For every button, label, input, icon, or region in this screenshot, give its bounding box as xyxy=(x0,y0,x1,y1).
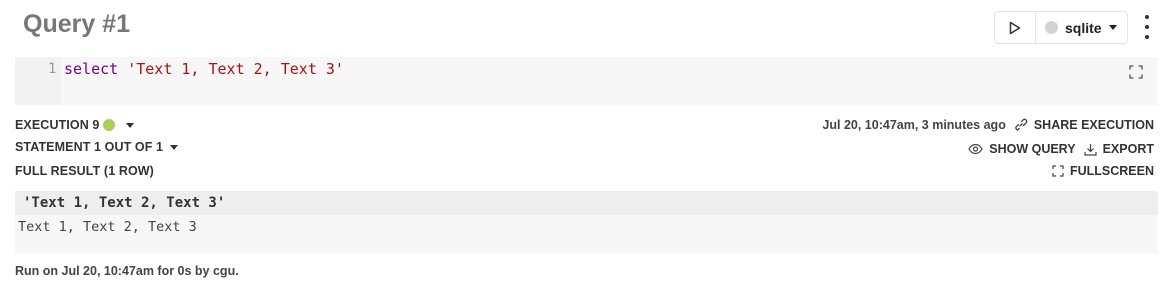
execution-meta: Jul 20, 10:47am, 3 minutes ago SHARE EXE… xyxy=(822,118,1154,132)
execution-label: EXECUTION 9 xyxy=(15,118,100,132)
fullscreen-icon xyxy=(1052,165,1064,177)
engine-status-dot xyxy=(1045,21,1058,34)
page-title: Query #1 xyxy=(23,10,131,38)
full-result-label: FULL RESULT (1 ROW) xyxy=(15,164,154,178)
code-string: 'Text 1, Text 2, Text 3' xyxy=(127,60,344,78)
query-toolbar: sqlite xyxy=(994,11,1128,44)
kebab-dot xyxy=(1145,35,1149,39)
export-label: EXPORT xyxy=(1102,142,1154,156)
share-execution-label: SHARE EXECUTION xyxy=(1033,118,1154,132)
download-icon xyxy=(1083,143,1097,156)
statement-label: STATEMENT 1 OUT OF 1 xyxy=(15,140,164,154)
execution-timestamp: Jul 20, 10:47am, 3 minutes ago xyxy=(822,118,1006,132)
share-execution-button[interactable]: SHARE EXECUTION xyxy=(1014,118,1154,132)
chevron-down-icon xyxy=(170,144,179,150)
expand-icon[interactable] xyxy=(1129,65,1143,79)
table-cell[interactable]: Text 1, Text 2, Text 3 xyxy=(18,219,197,235)
engine-label: sqlite xyxy=(1065,19,1102,36)
eye-icon xyxy=(968,143,983,155)
fullscreen-label: FULLSCREEN xyxy=(1069,164,1154,178)
execution-selector[interactable]: EXECUTION 9 xyxy=(15,118,135,132)
engine-select[interactable]: sqlite xyxy=(1036,20,1127,36)
code-line[interactable]: select 'Text 1, Text 2, Text 3' xyxy=(64,60,344,78)
link-icon xyxy=(1015,118,1028,131)
kebab-dot xyxy=(1145,25,1149,29)
play-icon xyxy=(1009,21,1021,34)
fullscreen-action: FULLSCREEN xyxy=(1052,164,1154,178)
more-menu-button[interactable] xyxy=(1142,15,1152,39)
show-query-button[interactable]: SHOW QUERY xyxy=(968,142,1076,156)
execution-status-dot xyxy=(103,119,116,131)
line-number: 1 xyxy=(48,61,57,77)
code-keyword: select xyxy=(64,60,119,78)
run-button[interactable] xyxy=(995,12,1036,43)
run-info: Run on Jul 20, 10:47am for 0s by cgu. xyxy=(15,264,239,278)
kebab-dot xyxy=(1145,15,1149,19)
column-header[interactable]: 'Text 1, Text 2, Text 3' xyxy=(23,195,225,211)
export-button[interactable]: EXPORT xyxy=(1083,142,1154,156)
result-actions: SHOW QUERY EXPORT xyxy=(968,142,1154,156)
query-editor[interactable]: 1 select 'Text 1, Text 2, Text 3' xyxy=(15,57,1158,105)
statement-selector[interactable]: STATEMENT 1 OUT OF 1 xyxy=(15,140,179,154)
chevron-down-icon xyxy=(1108,25,1117,30)
result-table: 'Text 1, Text 2, Text 3' Text 1, Text 2,… xyxy=(15,191,1158,254)
chevron-down-icon xyxy=(126,122,135,128)
show-query-label: SHOW QUERY xyxy=(989,142,1076,156)
fullscreen-button[interactable]: FULLSCREEN xyxy=(1052,164,1154,178)
